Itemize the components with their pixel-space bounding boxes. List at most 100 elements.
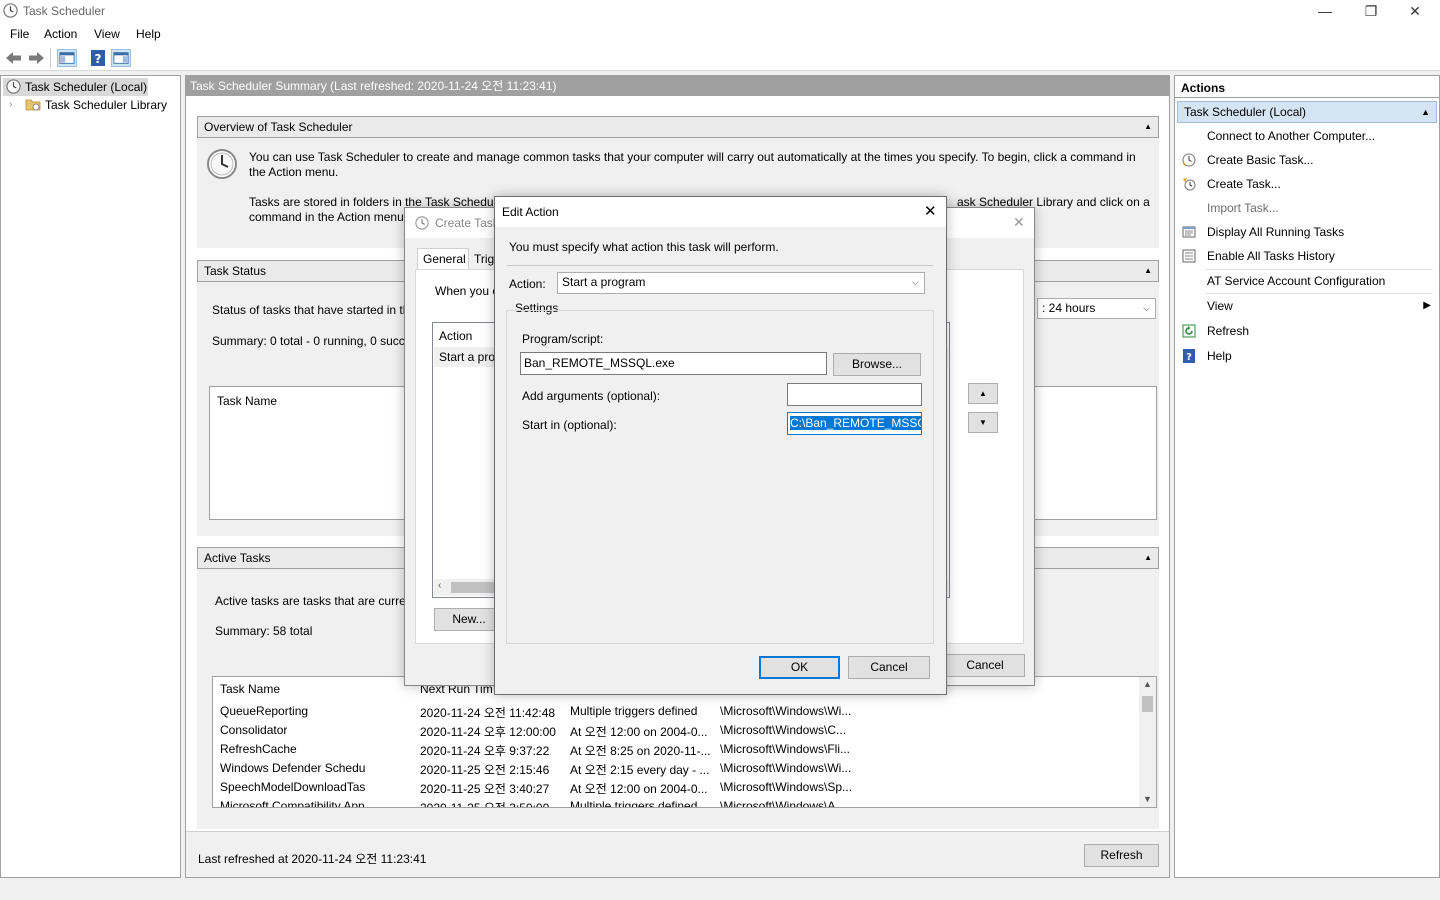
column-header-action[interactable]: Action [439, 329, 472, 343]
actions-group-label: Task Scheduler (Local) [1184, 105, 1307, 119]
toolbar: ? [0, 44, 1440, 71]
table-row[interactable]: QueueReporting 2020-11-24 오전 11:42:48 Mult… [213, 701, 1138, 720]
cell-next-run-time: 2020-11-24 오후 12:00:00 [420, 725, 556, 739]
tab-triggers-label: Trig [474, 252, 495, 266]
action-label: AT Service Account Configuration [1207, 274, 1386, 288]
close-button[interactable]: ✕ [1392, 0, 1438, 22]
restore-button[interactable]: ❐ [1348, 0, 1394, 22]
scroll-up-arrow-icon[interactable]: ▲ [1143, 679, 1152, 689]
action-view[interactable]: View ▶ [1175, 294, 1437, 318]
add-arguments-input[interactable] [787, 383, 922, 406]
cell-location: \Microsoft\Windows\Sp... [720, 780, 853, 794]
forward-arrow-icon[interactable] [26, 49, 46, 67]
collapse-arrow-icon[interactable]: ▲ [1144, 261, 1152, 281]
chevron-right-icon[interactable]: › [9, 96, 12, 114]
cell-task-name: RefreshCache [220, 742, 297, 756]
action-help[interactable]: ? Help [1175, 344, 1437, 368]
action-connect-to-another-computer[interactable]: Connect to Another Computer... [1175, 124, 1437, 148]
table-row[interactable]: SpeechModelDownloadTask 2020-11-25 오전 3:4… [213, 777, 1138, 796]
edit-action-close-button[interactable]: ✕ [924, 202, 937, 220]
action-create-task[interactable]: Create Task... [1175, 172, 1437, 196]
move-down-button[interactable]: ▼ [968, 412, 998, 433]
settings-group: Program/script: Ban_REMOTE_MSSQL.exe Bro… [506, 310, 934, 644]
action-label: Refresh [1207, 324, 1250, 338]
scroll-thumb[interactable] [451, 582, 496, 593]
action-display-all-running-tasks[interactable]: Display All Running Tasks [1175, 220, 1437, 244]
create-task-cancel-button[interactable]: Cancel [945, 654, 1025, 677]
start-in-input[interactable]: C:\Ban_REMOTE_MSSQL [787, 412, 922, 435]
chevron-down-icon: ⌵ [1143, 303, 1150, 313]
action-enable-all-tasks-history[interactable]: Enable All Tasks History [1175, 244, 1437, 268]
active-tasks-description: Active tasks are tasks that are curren [215, 594, 413, 608]
table-row[interactable]: Consolidator 2020-11-24 오후 12:00:00 At 오전 … [213, 720, 1138, 739]
help-icon[interactable]: ? [88, 49, 108, 67]
overview-section-header[interactable]: Overview of Task Scheduler ▲ [197, 116, 1159, 138]
tree-item-task-scheduler-library[interactable]: › Task Scheduler Library [7, 96, 167, 114]
menu-bar: File Action View Help [0, 22, 1440, 44]
scroll-down-arrow-icon[interactable]: ▼ [1143, 794, 1152, 804]
menu-view[interactable]: View [94, 27, 120, 41]
cell-task-name: Microsoft Compatibility Appraiser [220, 799, 365, 808]
minimize-button[interactable]: — [1302, 0, 1348, 22]
cell-next-run-time: 2020-11-24 오후 9:37:22 [420, 744, 550, 758]
edit-action-instruction: You must specify what action this task w… [509, 240, 779, 254]
collapse-arrow-icon[interactable]: ▲ [1144, 117, 1152, 137]
column-header-task-name[interactable]: Task Name [217, 394, 277, 408]
status-period-dropdown[interactable]: : 24 hours ⌵ [1037, 298, 1156, 319]
task-status-summary: Summary: 0 total - 0 running, 0 succ [212, 334, 405, 348]
cell-next-run-time: 2020-11-25 오전 3:40:27 [420, 782, 550, 796]
cell-triggers: At 오전 12:00 on 2004-0... [570, 782, 708, 796]
cell-triggers: Multiple triggers defined [570, 704, 698, 718]
scroll-left-arrow-icon[interactable]: ‹ [438, 580, 441, 591]
chevron-down-icon: ⌵ [912, 277, 919, 287]
create-task-icon [1183, 178, 1196, 191]
folder-icon [25, 99, 41, 111]
tree-item-task-scheduler-local[interactable]: Task Scheduler (Local) [3, 78, 148, 96]
actions-group-task-scheduler-local[interactable]: Task Scheduler (Local) ▲ [1177, 101, 1437, 123]
task-scheduler-clock-icon [207, 149, 237, 179]
task-status-title: Task Status [204, 264, 267, 278]
overview-title: Overview of Task Scheduler [204, 120, 353, 134]
svg-text:?: ? [95, 52, 102, 66]
menu-action[interactable]: Action [44, 27, 77, 41]
edit-action-title: Edit Action [502, 205, 559, 219]
column-header-task-name[interactable]: Task Name [220, 682, 280, 696]
back-arrow-icon[interactable] [4, 49, 24, 67]
action-refresh[interactable]: Refresh [1175, 319, 1437, 343]
menu-file[interactable]: File [10, 27, 29, 41]
menu-help[interactable]: Help [136, 27, 161, 41]
active-tasks-table[interactable]: Task Name Next Run Tim QueueReporting 202… [212, 676, 1157, 808]
action-create-basic-task[interactable]: Create Basic Task... [1175, 148, 1437, 172]
create-task-close-button[interactable]: ✕ [1013, 214, 1025, 231]
refresh-button[interactable]: Refresh [1084, 844, 1159, 867]
tasks-history-icon [1182, 249, 1196, 263]
cell-next-run-time: 2020-11-25 오전 3:50:00 [420, 801, 550, 808]
action-type-dropdown[interactable]: Start a program ⌵ [557, 272, 925, 294]
ok-button[interactable]: OK [759, 656, 840, 679]
show-hide-action-pane-icon[interactable] [111, 49, 131, 67]
table-row[interactable]: Windows Defender Scheduled Scan 2020-11-2… [213, 758, 1138, 777]
action-at-service-account-configuration[interactable]: AT Service Account Configuration [1175, 269, 1437, 293]
create-task-when-text: When you c [435, 284, 499, 298]
edit-action-dialog: Edit Action ✕ You must specify what acti… [494, 196, 947, 695]
action-label: View [1207, 299, 1233, 313]
cancel-button[interactable]: Cancel [848, 656, 930, 679]
active-tasks-summary: Summary: 58 total [215, 624, 313, 638]
tab-general[interactable]: General [417, 248, 469, 269]
move-up-button[interactable]: ▲ [968, 383, 998, 404]
actions-title: Actions [1175, 78, 1439, 98]
cell-triggers: Multiple triggers defined [570, 799, 698, 808]
scroll-thumb[interactable] [1142, 696, 1153, 712]
collapse-arrow-icon[interactable]: ▲ [1144, 548, 1152, 568]
table-row[interactable]: RefreshCache 2020-11-24 오후 9:37:22 At 오전 8… [213, 739, 1138, 758]
show-hide-console-tree-icon[interactable] [57, 49, 77, 67]
program-script-input[interactable]: Ban_REMOTE_MSSQL.exe [520, 352, 827, 375]
cell-triggers: At 오전 12:00 on 2004-0... [570, 725, 708, 739]
vertical-scrollbar[interactable]: ▲ ▼ [1139, 677, 1156, 807]
action-label: Enable All Tasks History [1207, 249, 1335, 263]
action-type-value: Start a program [562, 275, 646, 289]
browse-button[interactable]: Browse... [833, 353, 921, 376]
action-import-task[interactable]: Import Task... [1175, 196, 1437, 220]
collapse-arrow-icon[interactable]: ▲ [1421, 102, 1430, 122]
table-row[interactable]: Microsoft Compatibility Appraiser 2020-11… [213, 796, 1138, 808]
